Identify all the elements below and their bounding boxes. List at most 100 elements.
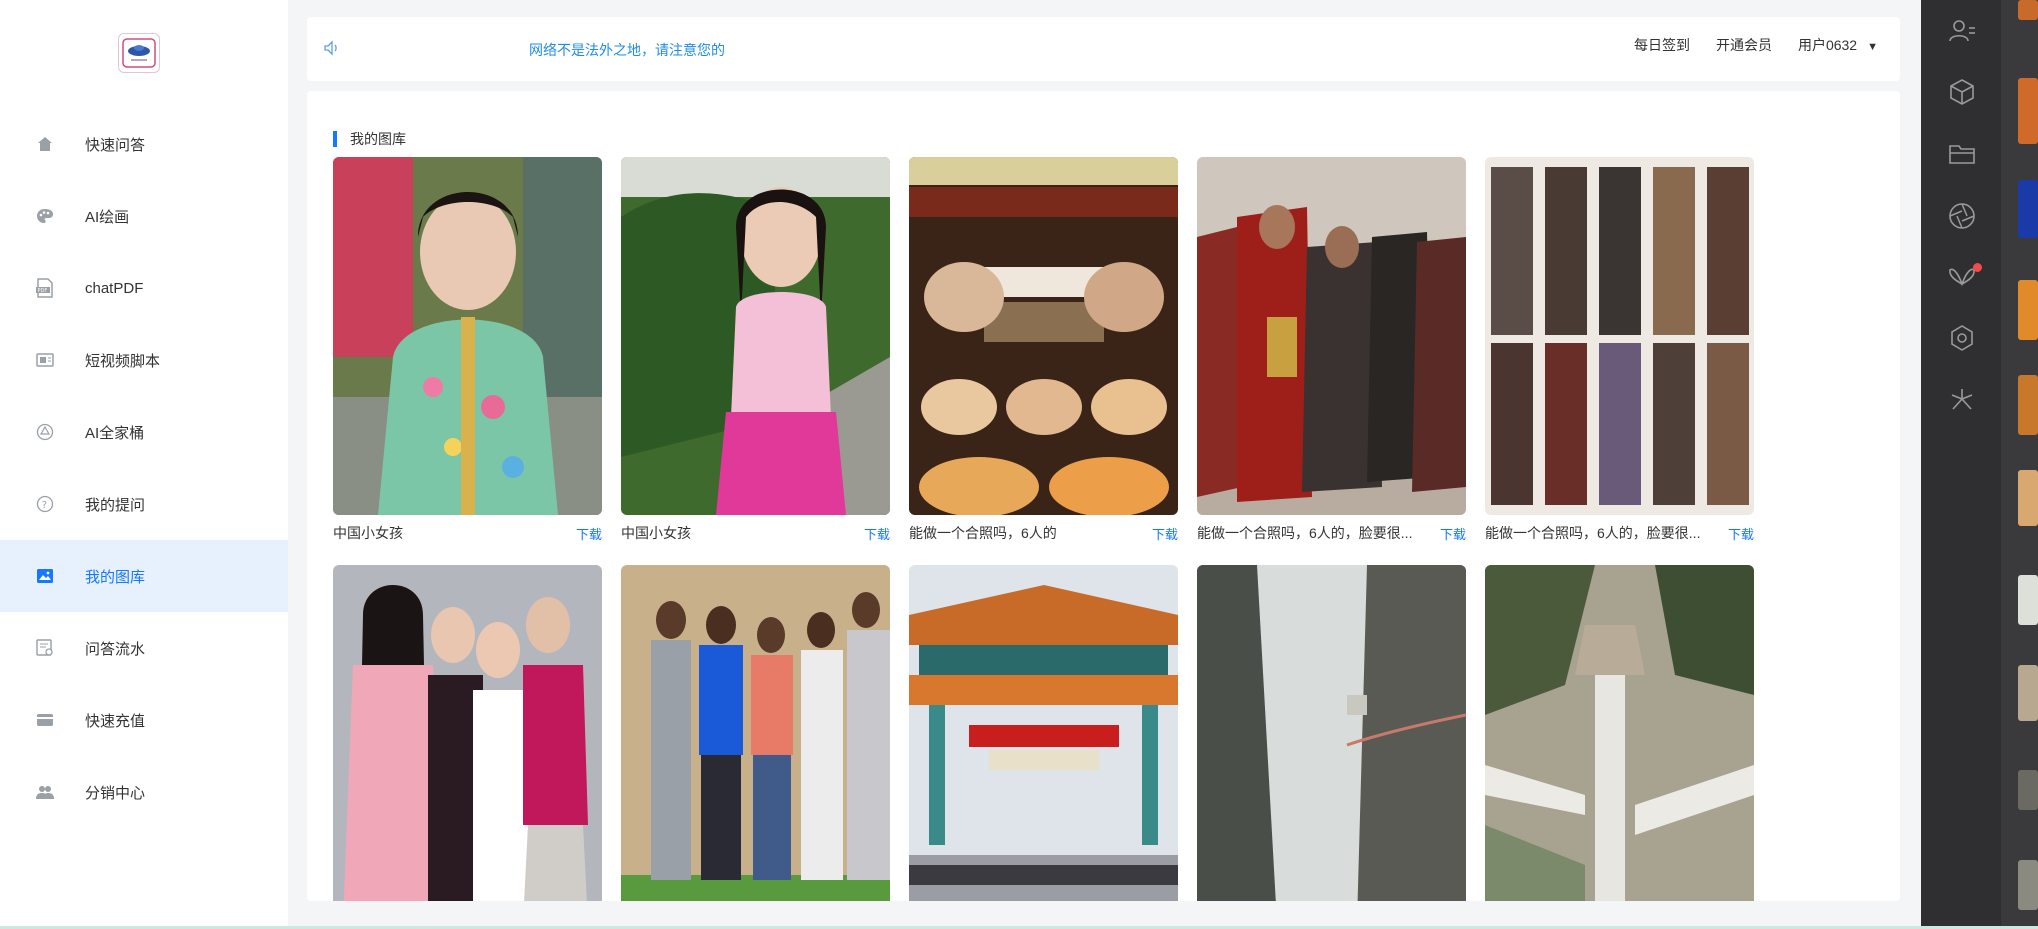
- gallery-card-meta: 能做一个合照吗，6人的，脸要很... 下载: [1485, 515, 1754, 551]
- sidebar-item-chatpdf[interactable]: PDF chatPDF: [0, 252, 288, 324]
- gallery-card: [333, 565, 602, 901]
- notification-dot: [1973, 263, 1982, 272]
- svg-text:?: ?: [42, 500, 47, 511]
- gallery-image[interactable]: [1485, 565, 1754, 901]
- sidebar-item-label: 快速充值: [85, 712, 146, 730]
- gallery-card: [909, 565, 1178, 901]
- logo[interactable]: [118, 33, 160, 73]
- gallery-card: 中国小女孩 下载: [333, 157, 602, 551]
- sidebar-item-my-gallery[interactable]: 我的图库: [0, 540, 288, 612]
- user-menu[interactable]: 用户0632 ▼: [1798, 35, 1878, 55]
- notice-marquee: 网络不是法外之地，请注意您的: [529, 42, 725, 58]
- right-rail: [1921, 0, 2001, 929]
- sidebar-item-label: AI绘画: [85, 208, 130, 226]
- user-list-icon[interactable]: [1947, 16, 1977, 46]
- image-icon: [36, 567, 54, 585]
- gallery-image[interactable]: [909, 565, 1178, 901]
- gallery-card: 能做一个合照吗，6人的 下载: [909, 157, 1178, 551]
- gallery-card: [621, 565, 890, 901]
- cube-icon[interactable]: [1947, 77, 1977, 107]
- download-button[interactable]: 下载: [576, 524, 602, 543]
- download-button[interactable]: 下载: [1728, 524, 1754, 543]
- sidebar-item-label: 分销中心: [85, 784, 146, 802]
- section-header: 我的图库: [333, 129, 406, 149]
- gallery-card: 能做一个合照吗，6人的，脸要很... 下载: [1197, 157, 1466, 551]
- folder-icon[interactable]: [1947, 139, 1977, 169]
- sidebar-item-quick-qa[interactable]: 快速问答: [0, 108, 288, 180]
- sidebar-item-ai-suite[interactable]: AI全家桶: [0, 396, 288, 468]
- gallery-card: 能做一个合照吗，6人的，脸要很... 下载: [1485, 157, 1754, 551]
- gallery-image[interactable]: [621, 157, 890, 515]
- sidebar-item-video-script[interactable]: 短视频脚本: [0, 324, 288, 396]
- svg-text:PDF: PDF: [38, 288, 48, 294]
- strip-thumbnail[interactable]: [2018, 770, 2038, 810]
- gallery-card-title: 中国小女孩: [621, 525, 691, 541]
- download-button[interactable]: 下载: [864, 524, 890, 543]
- sidebar-item-quick-recharge[interactable]: 快速充值: [0, 684, 288, 756]
- daily-checkin-link[interactable]: 每日签到: [1634, 35, 1690, 55]
- gallery-image[interactable]: [1197, 565, 1466, 901]
- gallery-card-title: 中国小女孩: [333, 525, 403, 541]
- gallery-image[interactable]: [1485, 157, 1754, 515]
- strip-thumbnail[interactable]: [2018, 375, 2038, 435]
- main-panel: 我的图库 中国小女孩 下载 中国小女孩 下载 能做一个合照吗，6人的 下载 能做…: [307, 91, 1900, 901]
- gallery-image[interactable]: [909, 157, 1178, 515]
- sidebar-item-my-questions[interactable]: ? 我的提问: [0, 468, 288, 540]
- home-icon: [36, 135, 54, 153]
- sidebar-item-distribution[interactable]: 分销中心: [0, 756, 288, 828]
- gallery-card-meta: 中国小女孩 下载: [333, 515, 602, 551]
- gallery-card-meta: 能做一个合照吗，6人的 下载: [909, 515, 1178, 551]
- gallery-card: [1485, 565, 1754, 901]
- strip-thumbnail[interactable]: [2018, 575, 2038, 625]
- section-title: 我的图库: [350, 131, 406, 147]
- gallery-grid: 中国小女孩 下载 中国小女孩 下载 能做一个合照吗，6人的 下载 能做一个合照吗…: [333, 157, 1754, 901]
- sidebar-item-ai-drawing[interactable]: AI绘画: [0, 180, 288, 252]
- hexagon-gear-icon[interactable]: [1947, 323, 1977, 353]
- caret-down-icon: ▼: [1867, 41, 1878, 53]
- sidebar-item-label: 我的提问: [85, 496, 146, 514]
- strip-thumbnail[interactable]: [2018, 280, 2038, 340]
- sidebar-item-label: 我的图库: [85, 568, 146, 586]
- vip-link[interactable]: 开通会员: [1716, 35, 1772, 55]
- sidebar-item-label: AI全家桶: [85, 424, 145, 442]
- sidebar-item-label: chatPDF: [85, 279, 144, 297]
- sidebar-item-label: 问答流水: [85, 640, 146, 658]
- palette-icon: [36, 207, 54, 225]
- sidebar: 快速问答 AI绘画 PDF chatPDF 短视频脚本 AI全家桶 ? 我的提问…: [0, 0, 288, 929]
- download-button[interactable]: 下载: [1440, 524, 1466, 543]
- gallery-image[interactable]: [621, 565, 890, 901]
- top-actions: 每日签到 开通会员 用户0632 ▼: [1634, 35, 1878, 55]
- top-bar: 网络不是法外之地，请注意您的 每日签到 开通会员 用户0632 ▼: [307, 17, 1900, 81]
- gallery-card: [1197, 565, 1466, 901]
- pdf-icon: PDF: [36, 278, 54, 298]
- video-icon: [36, 351, 54, 369]
- sidebar-item-qa-ledger[interactable]: 问答流水: [0, 612, 288, 684]
- username: 用户0632: [1797, 37, 1858, 53]
- gallery-card-title: 能做一个合照吗，6人的，脸要很...: [1485, 525, 1701, 541]
- strip-thumbnail[interactable]: [2018, 0, 2038, 20]
- sidebar-item-label: 快速问答: [85, 136, 146, 154]
- ledger-icon: [36, 639, 54, 657]
- strip-thumbnail[interactable]: [2018, 78, 2038, 144]
- gallery-card-meta: 能做一个合照吗，6人的，脸要很... 下载: [1197, 515, 1466, 551]
- aperture-icon[interactable]: [1947, 201, 1977, 231]
- strip-thumbnail[interactable]: [2018, 860, 2038, 910]
- logo-icon: [122, 38, 156, 68]
- right-thumbnail-strip: [2001, 0, 2038, 929]
- people-icon: [36, 783, 54, 801]
- question-icon: ?: [36, 495, 54, 513]
- sidebar-nav: 快速问答 AI绘画 PDF chatPDF 短视频脚本 AI全家桶 ? 我的提问…: [0, 108, 288, 828]
- gallery-image[interactable]: [1197, 157, 1466, 515]
- strip-thumbnail[interactable]: [2018, 180, 2038, 238]
- sparkle-icon[interactable]: [1947, 385, 1977, 415]
- gallery-image[interactable]: [333, 157, 602, 515]
- strip-thumbnail[interactable]: [2018, 470, 2038, 526]
- gallery-image[interactable]: [333, 565, 602, 901]
- card-icon: [36, 711, 54, 729]
- sidebar-item-label: 短视频脚本: [85, 352, 161, 370]
- gallery-card: 中国小女孩 下载: [621, 157, 890, 551]
- strip-thumbnail[interactable]: [2018, 665, 2038, 721]
- gallery-card-meta: 中国小女孩 下载: [621, 515, 890, 551]
- gallery-card-title: 能做一个合照吗，6人的: [909, 525, 1057, 541]
- download-button[interactable]: 下载: [1152, 524, 1178, 543]
